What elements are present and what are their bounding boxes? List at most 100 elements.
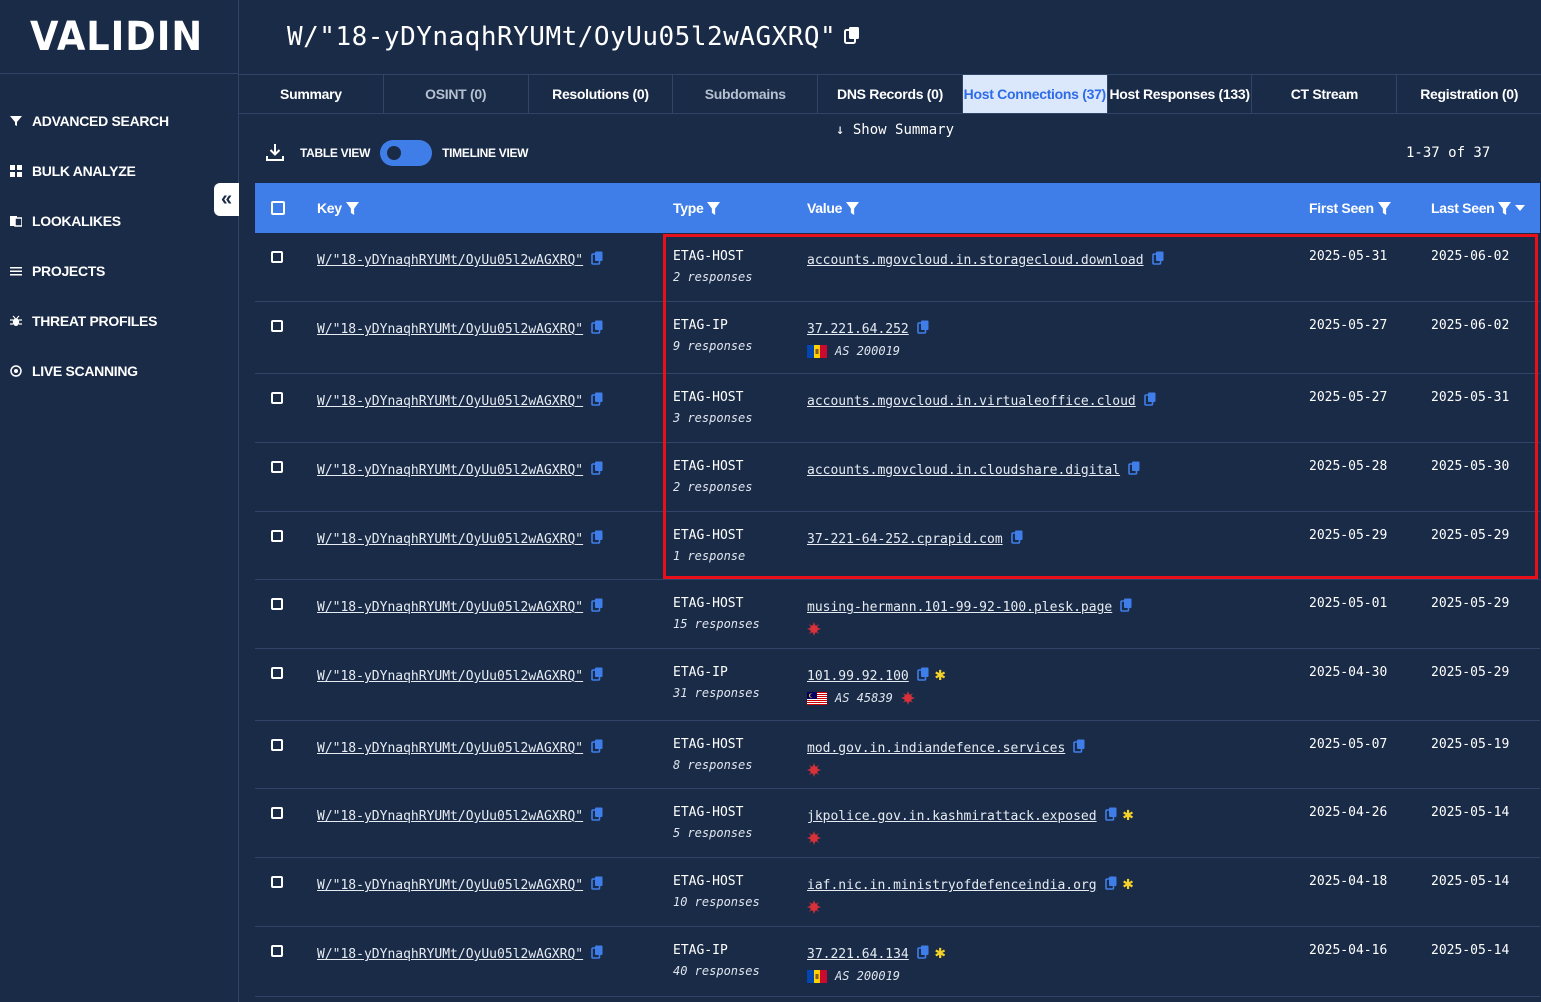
row-checkbox[interactable]	[271, 945, 283, 957]
copy-icon[interactable]	[1128, 460, 1140, 479]
table-row[interactable]: W/"18-yDYnaqhRYUMt/OyUu05l2wAGXRQ" ETAG-H…	[255, 233, 1540, 302]
response-count[interactable]: 2 responses	[673, 480, 807, 494]
app-logo[interactable]: VALIDIN	[30, 14, 203, 60]
tab-host-responses[interactable]: Host Responses (133)	[1108, 75, 1253, 113]
value-link[interactable]: jkpolice.gov.in.kashmirattack.exposed	[807, 809, 1097, 824]
tab-resolutions[interactable]: Resolutions (0)	[529, 75, 674, 113]
row-checkbox[interactable]	[271, 739, 283, 751]
key-link[interactable]: W/"18-yDYnaqhRYUMt/OyUu05l2wAGXRQ"	[317, 532, 583, 547]
copy-icon[interactable]	[916, 666, 929, 685]
asn-label[interactable]: AS 200019	[835, 344, 900, 358]
row-checkbox[interactable]	[271, 667, 283, 679]
value-link[interactable]: 37.221.64.252	[807, 322, 909, 337]
timeline-view-label[interactable]: TIMELINE VIEW	[442, 146, 528, 160]
row-checkbox[interactable]	[271, 598, 283, 610]
table-row[interactable]: W/"18-yDYnaqhRYUMt/OyUu05l2wAGXRQ" ETAG-H…	[255, 789, 1540, 858]
threat-icon[interactable]	[900, 691, 915, 705]
row-checkbox[interactable]	[271, 392, 283, 404]
value-link[interactable]: iaf.nic.in.ministryofdefenceindia.org	[807, 878, 1097, 893]
value-link[interactable]: 101.99.92.100	[807, 669, 909, 684]
sidebar-item-bulk-analyze[interactable]: BULK ANALYZE	[0, 146, 238, 196]
threat-icon[interactable]	[807, 831, 821, 845]
key-link[interactable]: W/"18-yDYnaqhRYUMt/OyUu05l2wAGXRQ"	[317, 669, 583, 684]
copy-icon[interactable]	[591, 597, 603, 616]
filter-icon[interactable]	[1377, 201, 1391, 215]
asn-label[interactable]: AS 200019	[835, 969, 900, 983]
key-link[interactable]: W/"18-yDYnaqhRYUMt/OyUu05l2wAGXRQ"	[317, 463, 583, 478]
response-count[interactable]: 5 responses	[673, 826, 807, 840]
value-link[interactable]: accounts.mgovcloud.in.virtualeoffice.clo…	[807, 394, 1136, 409]
filter-icon[interactable]	[1498, 201, 1512, 215]
tab-ct-stream[interactable]: CT Stream	[1252, 75, 1398, 113]
response-count[interactable]: 15 responses	[673, 617, 807, 631]
key-link[interactable]: W/"18-yDYnaqhRYUMt/OyUu05l2wAGXRQ"	[317, 809, 583, 824]
table-row[interactable]: W/"18-yDYnaqhRYUMt/OyUu05l2wAGXRQ" ETAG-H…	[255, 580, 1540, 649]
key-link[interactable]: W/"18-yDYnaqhRYUMt/OyUu05l2wAGXRQ"	[317, 322, 583, 337]
column-type[interactable]: Type	[673, 200, 807, 216]
table-view-label[interactable]: TABLE VIEW	[300, 146, 370, 160]
row-checkbox[interactable]	[271, 251, 283, 263]
key-link[interactable]: W/"18-yDYnaqhRYUMt/OyUu05l2wAGXRQ"	[317, 600, 583, 615]
filter-icon[interactable]	[707, 201, 721, 215]
copy-icon[interactable]	[591, 529, 603, 548]
sidebar-item-advanced-search[interactable]: ADVANCED SEARCH	[0, 96, 238, 146]
copy-icon[interactable]	[591, 944, 603, 963]
tab-subdomains[interactable]: Subdomains	[673, 75, 819, 113]
key-link[interactable]: W/"18-yDYnaqhRYUMt/OyUu05l2wAGXRQ"	[317, 947, 583, 962]
sidebar-item-lookalikes[interactable]: LOOKALIKES	[0, 196, 238, 246]
response-count[interactable]: 2 responses	[673, 270, 807, 284]
sidebar-item-live-scanning[interactable]: LIVE SCANNING	[0, 346, 238, 396]
value-link[interactable]: 37-221-64-252.cprapid.com	[807, 532, 1003, 547]
value-link[interactable]: 37.221.64.134	[807, 947, 909, 962]
table-row[interactable]: W/"18-yDYnaqhRYUMt/OyUu05l2wAGXRQ" ETAG-H…	[255, 443, 1540, 512]
key-link[interactable]: W/"18-yDYnaqhRYUMt/OyUu05l2wAGXRQ"	[317, 394, 583, 409]
copy-icon[interactable]	[591, 250, 603, 269]
tab-osint[interactable]: OSINT (0)	[384, 75, 529, 113]
filter-icon[interactable]	[846, 201, 860, 215]
copy-icon[interactable]	[591, 806, 603, 825]
copy-icon[interactable]	[1143, 391, 1156, 410]
threat-icon[interactable]	[807, 900, 821, 914]
column-first-seen[interactable]: First Seen	[1309, 200, 1431, 216]
value-link[interactable]: accounts.mgovcloud.in.storagecloud.downl…	[807, 253, 1144, 268]
table-row[interactable]: W/"18-yDYnaqhRYUMt/OyUu05l2wAGXRQ" ETAG-H…	[255, 858, 1540, 927]
response-count[interactable]: 1 response	[673, 549, 807, 563]
copy-icon[interactable]	[591, 391, 603, 410]
collapse-sidebar-button[interactable]: «	[214, 183, 239, 216]
copy-icon[interactable]	[591, 666, 603, 685]
tab-host-connections[interactable]: Host Connections (37)	[962, 75, 1108, 113]
row-checkbox[interactable]	[271, 320, 283, 332]
asn-label[interactable]: AS 45839	[835, 691, 893, 705]
row-checkbox[interactable]	[271, 530, 283, 542]
copy-icon[interactable]	[591, 875, 603, 894]
value-link[interactable]: accounts.mgovcloud.in.cloudshare.digital	[807, 463, 1120, 478]
copy-icon[interactable]	[916, 319, 929, 338]
table-row[interactable]: W/"18-yDYnaqhRYUMt/OyUu05l2wAGXRQ" ETAG-I…	[255, 302, 1540, 374]
tab-summary[interactable]: Summary	[239, 75, 384, 113]
response-count[interactable]: 8 responses	[673, 758, 807, 772]
copy-icon[interactable]	[591, 738, 603, 757]
copy-icon[interactable]	[844, 26, 860, 49]
sidebar-item-threat-profiles[interactable]: THREAT PROFILES	[0, 296, 238, 346]
select-all-checkbox[interactable]	[271, 201, 285, 215]
row-checkbox[interactable]	[271, 876, 283, 888]
copy-icon[interactable]	[1104, 875, 1117, 894]
table-row[interactable]: W/"18-yDYnaqhRYUMt/OyUu05l2wAGXRQ" ETAG-H…	[255, 512, 1540, 580]
key-link[interactable]: W/"18-yDYnaqhRYUMt/OyUu05l2wAGXRQ"	[317, 253, 583, 268]
copy-icon[interactable]	[591, 319, 603, 338]
copy-icon[interactable]	[1120, 597, 1132, 616]
column-value[interactable]: Value	[807, 200, 1309, 216]
threat-icon[interactable]	[807, 622, 821, 636]
tab-registration[interactable]: Registration (0)	[1397, 75, 1541, 113]
filter-icon[interactable]	[345, 201, 359, 215]
key-link[interactable]: W/"18-yDYnaqhRYUMt/OyUu05l2wAGXRQ"	[317, 741, 583, 756]
copy-icon[interactable]	[1073, 738, 1085, 757]
table-row[interactable]: W/"18-yDYnaqhRYUMt/OyUu05l2wAGXRQ" ETAG-I…	[255, 649, 1540, 721]
copy-icon[interactable]	[591, 460, 603, 479]
table-row[interactable]: W/"18-yDYnaqhRYUMt/OyUu05l2wAGXRQ" ETAG-H…	[255, 721, 1540, 789]
threat-icon[interactable]	[807, 763, 821, 777]
response-count[interactable]: 3 responses	[673, 411, 807, 425]
sidebar-item-projects[interactable]: PROJECTS	[0, 246, 238, 296]
copy-icon[interactable]	[1104, 806, 1117, 825]
table-row[interactable]: W/"18-yDYnaqhRYUMt/OyUu05l2wAGXRQ" ETAG-H…	[255, 374, 1540, 443]
